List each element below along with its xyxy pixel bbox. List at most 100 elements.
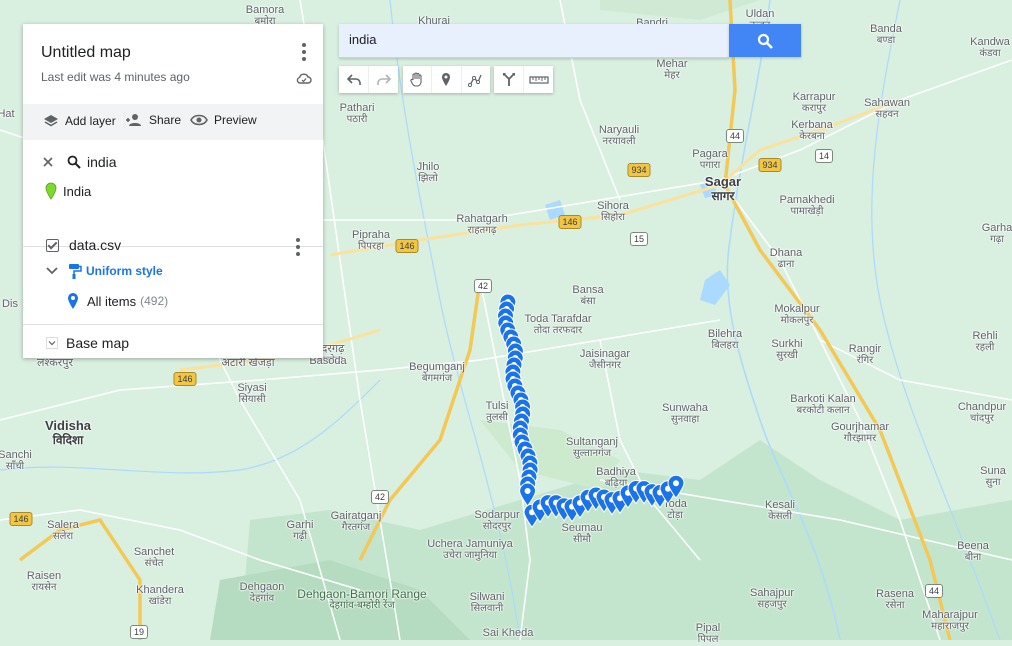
place-label: Kerbana केरबना [791,119,833,142]
map-options-icon[interactable] [302,43,306,61]
drawing-tools [403,66,490,93]
place-label: Sultanganj सुल्तानगंज [566,436,618,459]
draw-line-button[interactable] [462,66,490,93]
marker-icon [442,73,451,86]
place-label: Bilehra बिलहरा [707,328,743,351]
place-label: Seumau सीमौ [561,522,603,545]
place-label: Sahajpur सहजपुर [749,587,795,610]
place-label: Raisen रायसेन [26,570,62,593]
place-label: Kandwa कंडवा [970,36,1010,59]
place-label: Sai Kheda [482,627,534,639]
place-label: Rasena रसेना [876,588,914,611]
search-result-item[interactable]: India [45,182,91,200]
layers-icon [44,115,58,127]
place-label: Surkhi सुरखी [771,338,803,361]
highway-shield: 19 [129,625,149,639]
place-label: Salera सलेरा [47,519,79,542]
uniform-style-link[interactable]: Uniform style [86,264,163,278]
place-label: Toda Tarafdar तोदा तरफदार [524,313,592,336]
layer-name[interactable]: data.csv [69,237,121,253]
place-label: Mokalpur मोकलपुर [774,303,820,326]
highway-shield: 146 [558,215,582,229]
all-items-label: All items [87,293,137,309]
place-label: Gourjhamar गौरझामर [830,421,890,444]
directions-icon [502,73,515,86]
place-label: Sodarpur सोदरपुर [474,509,520,532]
paint-roller-icon [69,264,82,279]
place-label: Mehar मेहर [656,58,688,81]
dropdown-arrow-icon[interactable] [46,337,58,349]
map-search-input[interactable] [339,24,729,55]
place-label: Uchera Jamuniya उचेरा जामुनिया [427,538,513,561]
place-label: Karrapur करापुर [792,91,836,114]
place-label: Sihora सिहोरा [597,200,629,223]
share-button[interactable]: Share [125,113,181,127]
preview-button[interactable]: Preview [190,113,257,127]
measure-button[interactable] [524,66,553,93]
place-label: Hat [0,108,15,120]
place-label: Sahawan सहवन [864,97,910,120]
highway-shield: 146 [9,512,33,526]
preview-label: Preview [214,113,257,127]
place-label: Rehli रहली [972,330,998,353]
add-layer-label: Add layer [65,114,116,128]
search-button[interactable] [729,24,801,57]
place-label: Rangir रंगिर [848,343,882,366]
close-icon[interactable] [43,157,53,167]
highway-shield: 934 [627,163,651,177]
place-label: Beena बीना [957,540,989,563]
highway-shield: 14 [814,149,834,163]
redo-button[interactable] [369,66,398,93]
pin-icon [45,182,57,200]
data-layer: data.csv Uniform style All items (492) [23,224,323,325]
map-panel: Untitled map Last edit was 4 minutes ago… [23,24,323,358]
place-label: Garhi गढ़ी [286,519,314,542]
base-map-row[interactable]: Base map [23,326,323,358]
layer-visibility-checkbox[interactable] [46,238,59,252]
place-label: Badhiya बढ़िया [596,466,636,489]
place-label: Begumganj बेगमगंज [409,361,465,384]
eye-icon [190,114,208,126]
redo-icon [376,73,391,85]
search-icon [67,155,81,169]
cloud-saved-icon [296,73,312,84]
items-count: (492) [140,294,169,308]
place-label: Dhana ढाना [769,247,803,270]
highway-shield: 15 [629,232,649,246]
ruler-icon [528,75,549,84]
highway-shield: 44 [924,584,944,598]
place-label: Sunwaha सुनवाहा [662,402,708,425]
add-marker-button[interactable] [432,66,462,93]
place-label: Kesali केसली [765,499,795,522]
place-label: Gairatganj गैरतगंज [330,510,382,533]
place-label: Sanchet संचेत [133,546,175,569]
search-layer-query[interactable]: india [87,154,117,170]
blue-pin-icon [68,293,78,309]
add-layer-button[interactable]: Add layer [43,113,116,129]
place-label: Garha गढ़ा [981,222,1012,245]
place-label: Bansa बंसा [572,284,604,307]
undo-icon [346,73,361,85]
highway-shield: 44 [725,129,745,143]
place-label: Rahatgarh राहतगढ़ [456,213,508,236]
directions-button[interactable] [494,66,524,93]
map-title[interactable]: Untitled map [41,44,131,62]
place-label: Jaisinagar जैसीनगर [579,348,631,371]
all-items-row[interactable]: All items (492) [67,292,168,310]
place-label: Pagara पगारा [692,148,728,171]
select-hand-button[interactable] [403,66,433,93]
place-label: Banda बण्डा [870,23,902,46]
place-label: Maharajpur महाराजपुर [922,609,978,632]
place-label: अटारी खेजड़ा [221,357,275,369]
history-tools [339,66,398,93]
chevron-down-icon[interactable] [46,267,58,275]
place-label: Vidisha विदिशा [44,418,92,448]
layer-options-icon[interactable] [296,238,300,256]
place-label: Suna सुना [980,465,1006,488]
share-label: Share [149,113,182,127]
map-search-box [339,24,729,58]
place-label: Jhilo झिलो [416,161,440,184]
undo-button[interactable] [339,66,369,93]
add-person-icon [126,114,141,126]
place-label: Tulsi तुलसी [485,400,509,423]
